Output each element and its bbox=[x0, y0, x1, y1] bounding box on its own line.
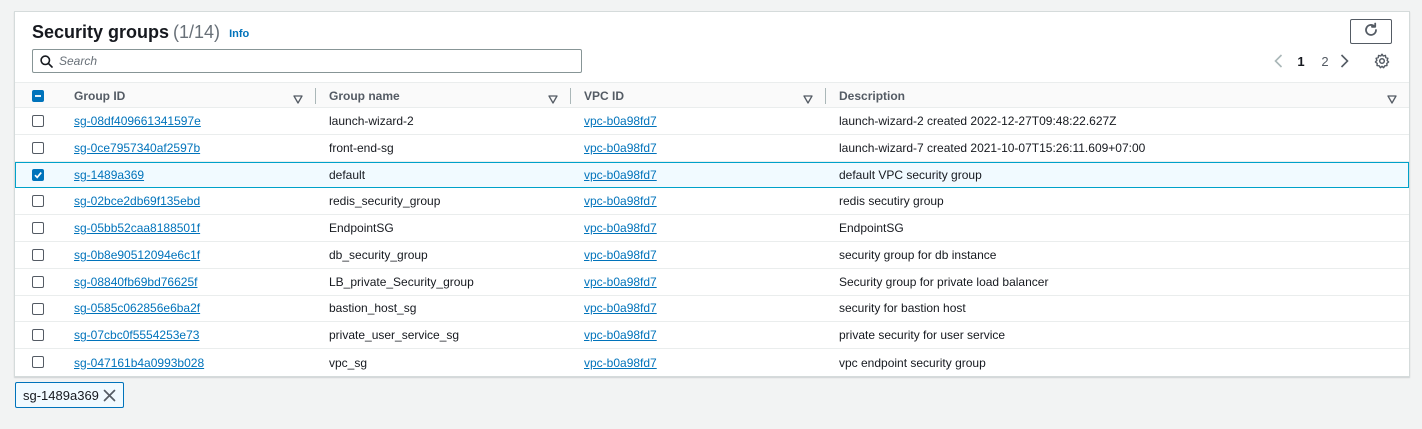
vpc-id-link[interactable]: vpc-b0a98fd7 bbox=[584, 349, 657, 376]
table-row[interactable]: sg-0b8e90512094e6c1f db_security_group v… bbox=[15, 242, 1409, 269]
column-header-description[interactable]: Description bbox=[839, 83, 905, 109]
table-row[interactable]: sg-08df409661341597e launch-wizard-2 vpc… bbox=[15, 108, 1409, 135]
page-1-button[interactable]: 1 bbox=[1289, 54, 1313, 69]
table-row[interactable]: sg-02bce2db69f135ebd redis_security_grou… bbox=[15, 188, 1409, 216]
group-name-cell: front-end-sg bbox=[329, 140, 394, 155]
group-name-cell: private_user_service_sg bbox=[329, 328, 460, 343]
sort-caret-icon[interactable] bbox=[548, 91, 558, 107]
group-id-link[interactable]: sg-047161b4a0993b028 bbox=[74, 349, 204, 376]
row-checkbox[interactable] bbox=[32, 115, 44, 127]
sort-caret-icon[interactable] bbox=[1387, 91, 1397, 107]
description-cell: security group for db instance bbox=[839, 247, 997, 262]
table-header: Group ID Group name VPC ID Description bbox=[15, 82, 1409, 108]
security-groups-panel: Security groups (1/14) Info 1 2 bbox=[14, 11, 1410, 377]
search-icon bbox=[33, 54, 59, 68]
description-cell: EndpointSG bbox=[839, 221, 904, 236]
table-body: sg-08df409661341597e launch-wizard-2 vpc… bbox=[15, 108, 1409, 376]
group-name-cell: LB_private_Security_group bbox=[329, 274, 474, 289]
column-divider[interactable] bbox=[315, 88, 316, 104]
group-id-link[interactable]: sg-08840fb69bd76625f bbox=[74, 269, 197, 295]
vpc-id-link[interactable]: vpc-b0a98fd7 bbox=[584, 163, 657, 188]
group-id-link[interactable]: sg-08df409661341597e bbox=[74, 108, 201, 134]
vpc-id-link[interactable]: vpc-b0a98fd7 bbox=[584, 215, 657, 241]
row-checkbox[interactable] bbox=[32, 141, 44, 154]
description-cell: launch-wizard-7 created 2021-10-07T15:26… bbox=[839, 140, 1146, 155]
vpc-id-link[interactable]: vpc-b0a98fd7 bbox=[584, 108, 657, 134]
description-cell: vpc endpoint security group bbox=[839, 355, 986, 370]
vpc-id-link[interactable]: vpc-b0a98fd7 bbox=[584, 269, 657, 295]
group-id-link[interactable]: sg-0ce7957340af2597b bbox=[74, 135, 200, 161]
table-row[interactable]: sg-0585c062856e6ba2f bastion_host_sg vpc… bbox=[15, 296, 1409, 323]
group-name-cell: default bbox=[329, 167, 366, 182]
sort-caret-icon[interactable] bbox=[293, 91, 303, 107]
group-id-link[interactable]: sg-07cbc0f5554253e73 bbox=[74, 322, 199, 348]
info-link[interactable]: Info bbox=[229, 28, 249, 40]
row-checkbox-checked[interactable] bbox=[32, 168, 44, 181]
table-row-selected[interactable]: sg-1489a369 default vpc-b0a98fd7 default… bbox=[15, 161, 1409, 189]
row-checkbox[interactable] bbox=[32, 248, 44, 261]
token-label: sg-1489a369 bbox=[23, 387, 99, 403]
column-header-group-name[interactable]: Group name bbox=[329, 83, 400, 109]
refresh-button[interactable] bbox=[1350, 19, 1392, 44]
row-checkbox[interactable] bbox=[32, 195, 44, 208]
vpc-id-link[interactable]: vpc-b0a98fd7 bbox=[584, 188, 657, 214]
group-id-link[interactable]: sg-0585c062856e6ba2f bbox=[74, 296, 200, 322]
group-id-link[interactable]: sg-02bce2db69f135ebd bbox=[74, 188, 200, 214]
vpc-id-link[interactable]: vpc-b0a98fd7 bbox=[584, 242, 657, 268]
description-cell: redis secutiry group bbox=[839, 194, 944, 209]
group-name-cell: redis_security_group bbox=[329, 194, 441, 209]
description-cell: security for bastion host bbox=[839, 301, 966, 316]
vpc-id-link[interactable]: vpc-b0a98fd7 bbox=[584, 322, 657, 348]
chevron-right-icon[interactable] bbox=[1337, 54, 1351, 68]
table-row[interactable]: sg-05bb52caa8188501f EndpointSG vpc-b0a9… bbox=[15, 215, 1409, 242]
row-checkbox[interactable] bbox=[32, 222, 44, 235]
group-id-link[interactable]: sg-0b8e90512094e6c1f bbox=[74, 242, 200, 268]
vpc-id-link[interactable]: vpc-b0a98fd7 bbox=[584, 296, 657, 322]
row-checkbox[interactable] bbox=[32, 302, 44, 315]
description-cell: private security for user service bbox=[839, 328, 1006, 343]
refresh-icon bbox=[1363, 22, 1379, 41]
search-field[interactable] bbox=[32, 49, 582, 73]
row-checkbox[interactable] bbox=[32, 329, 44, 342]
description-cell: default VPC security group bbox=[839, 167, 982, 182]
page-title: Security groups (1/14) Info bbox=[32, 22, 249, 43]
pager-divider bbox=[1364, 52, 1365, 70]
search-input[interactable] bbox=[59, 54, 559, 68]
table-row[interactable]: sg-047161b4a0993b028 vpc_sg vpc-b0a98fd7… bbox=[15, 349, 1409, 376]
chevron-left-icon[interactable] bbox=[1271, 54, 1285, 68]
pagination: 1 2 bbox=[1271, 50, 1390, 72]
security-groups-table: Group ID Group name VPC ID Description s… bbox=[15, 82, 1409, 376]
row-checkbox[interactable] bbox=[32, 356, 44, 369]
vpc-id-link[interactable]: vpc-b0a98fd7 bbox=[584, 135, 657, 161]
row-checkbox[interactable] bbox=[32, 275, 44, 288]
group-id-link[interactable]: sg-05bb52caa8188501f bbox=[74, 215, 200, 241]
description-cell: launch-wizard-2 created 2022-12-27T09:48… bbox=[839, 113, 1117, 128]
page-2-button[interactable]: 2 bbox=[1313, 54, 1337, 69]
description-cell: Security group for private load balancer bbox=[839, 274, 1049, 289]
group-name-cell: bastion_host_sg bbox=[329, 301, 417, 316]
column-header-vpc-id[interactable]: VPC ID bbox=[584, 83, 624, 109]
select-all-checkbox[interactable] bbox=[32, 90, 44, 102]
group-id-link[interactable]: sg-1489a369 bbox=[74, 163, 144, 188]
column-divider[interactable] bbox=[825, 88, 826, 104]
column-divider[interactable] bbox=[570, 88, 571, 104]
column-header-group-id[interactable]: Group ID bbox=[74, 83, 125, 109]
gear-icon[interactable] bbox=[1374, 53, 1390, 69]
table-row[interactable]: sg-07cbc0f5554253e73 private_user_servic… bbox=[15, 322, 1409, 350]
selected-item-token: sg-1489a369 bbox=[15, 382, 124, 408]
table-row[interactable]: sg-0ce7957340af2597b front-end-sg vpc-b0… bbox=[15, 135, 1409, 162]
sort-caret-icon[interactable] bbox=[803, 91, 813, 107]
group-name-cell: EndpointSG bbox=[329, 221, 394, 236]
close-icon[interactable] bbox=[103, 389, 116, 405]
selection-count: (1/14) bbox=[173, 22, 221, 42]
group-name-cell: vpc_sg bbox=[329, 355, 368, 370]
table-row[interactable]: sg-08840fb69bd76625f LB_private_Security… bbox=[15, 269, 1409, 296]
group-name-cell: db_security_group bbox=[329, 247, 428, 262]
title-text: Security groups bbox=[32, 22, 170, 42]
group-name-cell: launch-wizard-2 bbox=[329, 113, 414, 128]
